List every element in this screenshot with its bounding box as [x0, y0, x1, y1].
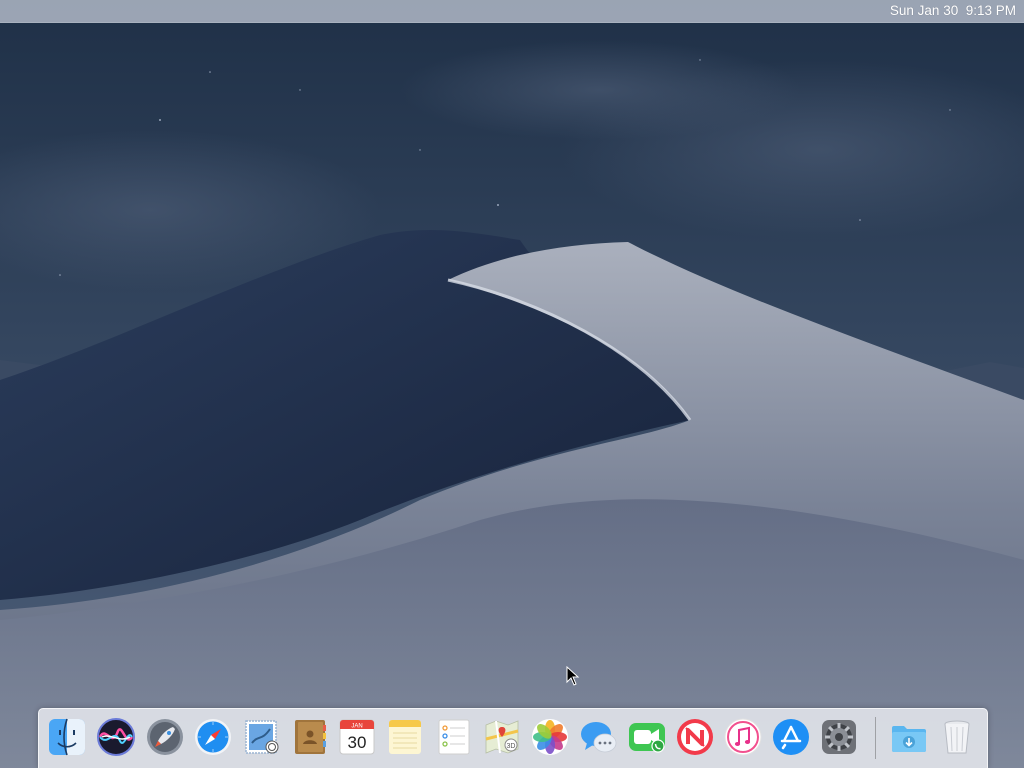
calendar-day: 30 — [348, 733, 367, 752]
news-icon — [677, 719, 713, 755]
reminders-icon — [438, 719, 470, 755]
siri-icon — [97, 718, 135, 756]
dock-safari[interactable] — [193, 717, 233, 757]
dock: JAN 30 3D — [38, 708, 988, 768]
contacts-book-icon — [295, 720, 326, 754]
messages-bubble-icon — [581, 722, 617, 753]
dock-maps[interactable]: 3D — [482, 717, 522, 757]
app-store-icon — [773, 719, 809, 755]
finder-icon — [49, 718, 85, 756]
notes-icon — [389, 720, 421, 754]
dock-contacts[interactable] — [290, 717, 330, 757]
dock-mail[interactable] — [242, 717, 282, 757]
dock-messages[interactable] — [579, 717, 619, 757]
menu-bar-clock[interactable]: Sun Jan 30 9:13 PM — [888, 0, 1018, 22]
dock-launchpad[interactable] — [145, 717, 185, 757]
mail-stamp-icon — [245, 720, 279, 754]
dock-system-preferences[interactable] — [819, 717, 859, 757]
dock-app-store[interactable] — [771, 717, 811, 757]
dock-calendar[interactable]: JAN 30 — [337, 717, 377, 757]
launchpad-rocket-icon — [147, 719, 183, 755]
dock-trash[interactable] — [937, 717, 977, 757]
mouse-cursor-icon — [566, 666, 580, 686]
calendar-icon: JAN 30 — [339, 719, 375, 755]
dock-downloads[interactable] — [889, 717, 929, 757]
safari-compass-icon — [195, 719, 231, 755]
dock-reminders[interactable] — [434, 717, 474, 757]
facetime-camera-icon — [629, 723, 665, 753]
gear-icon — [822, 720, 856, 754]
photos-flower-icon — [532, 719, 568, 755]
svg-text:3D: 3D — [507, 743, 516, 750]
calendar-month: JAN — [351, 724, 362, 730]
dock-itunes[interactable] — [723, 717, 763, 757]
dock-news[interactable] — [675, 717, 715, 757]
dock-finder[interactable] — [47, 717, 87, 757]
desktop-wallpaper — [0, 0, 1024, 768]
menu-bar: Sun Jan 30 9:13 PM — [0, 0, 1024, 23]
maps-icon: 3D — [485, 720, 519, 754]
dock-separator — [875, 717, 876, 759]
dock-siri[interactable] — [96, 717, 136, 757]
trash-icon — [944, 720, 970, 754]
downloads-folder-icon — [892, 726, 926, 752]
dock-photos[interactable] — [530, 717, 570, 757]
dock-notes[interactable] — [385, 717, 425, 757]
desktop: Sun Jan 30 9:13 PM JAN 30 3D — [0, 0, 1024, 768]
itunes-music-icon — [724, 718, 762, 756]
dock-facetime[interactable] — [627, 717, 667, 757]
